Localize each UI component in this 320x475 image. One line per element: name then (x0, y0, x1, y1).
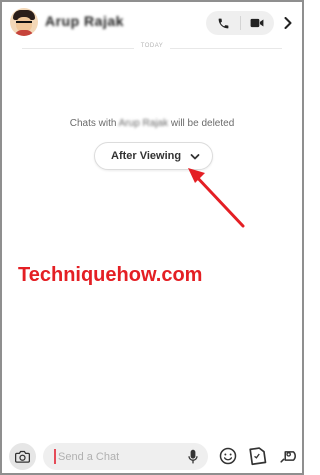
chat-screen: Arup Rajak TODAY Chats with Arup Rajak w… (0, 0, 304, 475)
chat-header: Arup Rajak (2, 2, 302, 42)
delete-setting-label: After Viewing (111, 150, 182, 162)
notice-contact-name: Arup Rajak (118, 118, 169, 129)
notice-suffix: will be deleted (170, 118, 235, 129)
sticker-icon[interactable] (246, 445, 268, 467)
watermark-text: Techniquehow.com (18, 264, 203, 286)
chevron-down-icon (190, 154, 200, 160)
call-divider (240, 16, 241, 30)
chat-field (43, 443, 208, 470)
annotation-arrow-icon (188, 168, 245, 228)
phone-icon[interactable] (214, 14, 232, 32)
delete-notice: Chats with Arup Rajak will be deleted (2, 118, 302, 129)
microphone-icon[interactable] (186, 448, 200, 465)
notice-prefix: Chats with (69, 118, 117, 129)
avatar[interactable] (10, 8, 38, 36)
contact-name[interactable]: Arup Rajak (45, 13, 124, 29)
smiley-icon[interactable] (218, 446, 238, 466)
chat-input[interactable] (54, 449, 179, 464)
composer-bar (2, 440, 302, 473)
video-camera-icon[interactable] (248, 14, 266, 32)
date-divider: TODAY (2, 42, 302, 54)
rocket-icon[interactable] (276, 445, 298, 467)
chevron-right-icon[interactable] (279, 13, 297, 33)
camera-icon[interactable] (9, 443, 36, 470)
call-controls (206, 11, 274, 35)
